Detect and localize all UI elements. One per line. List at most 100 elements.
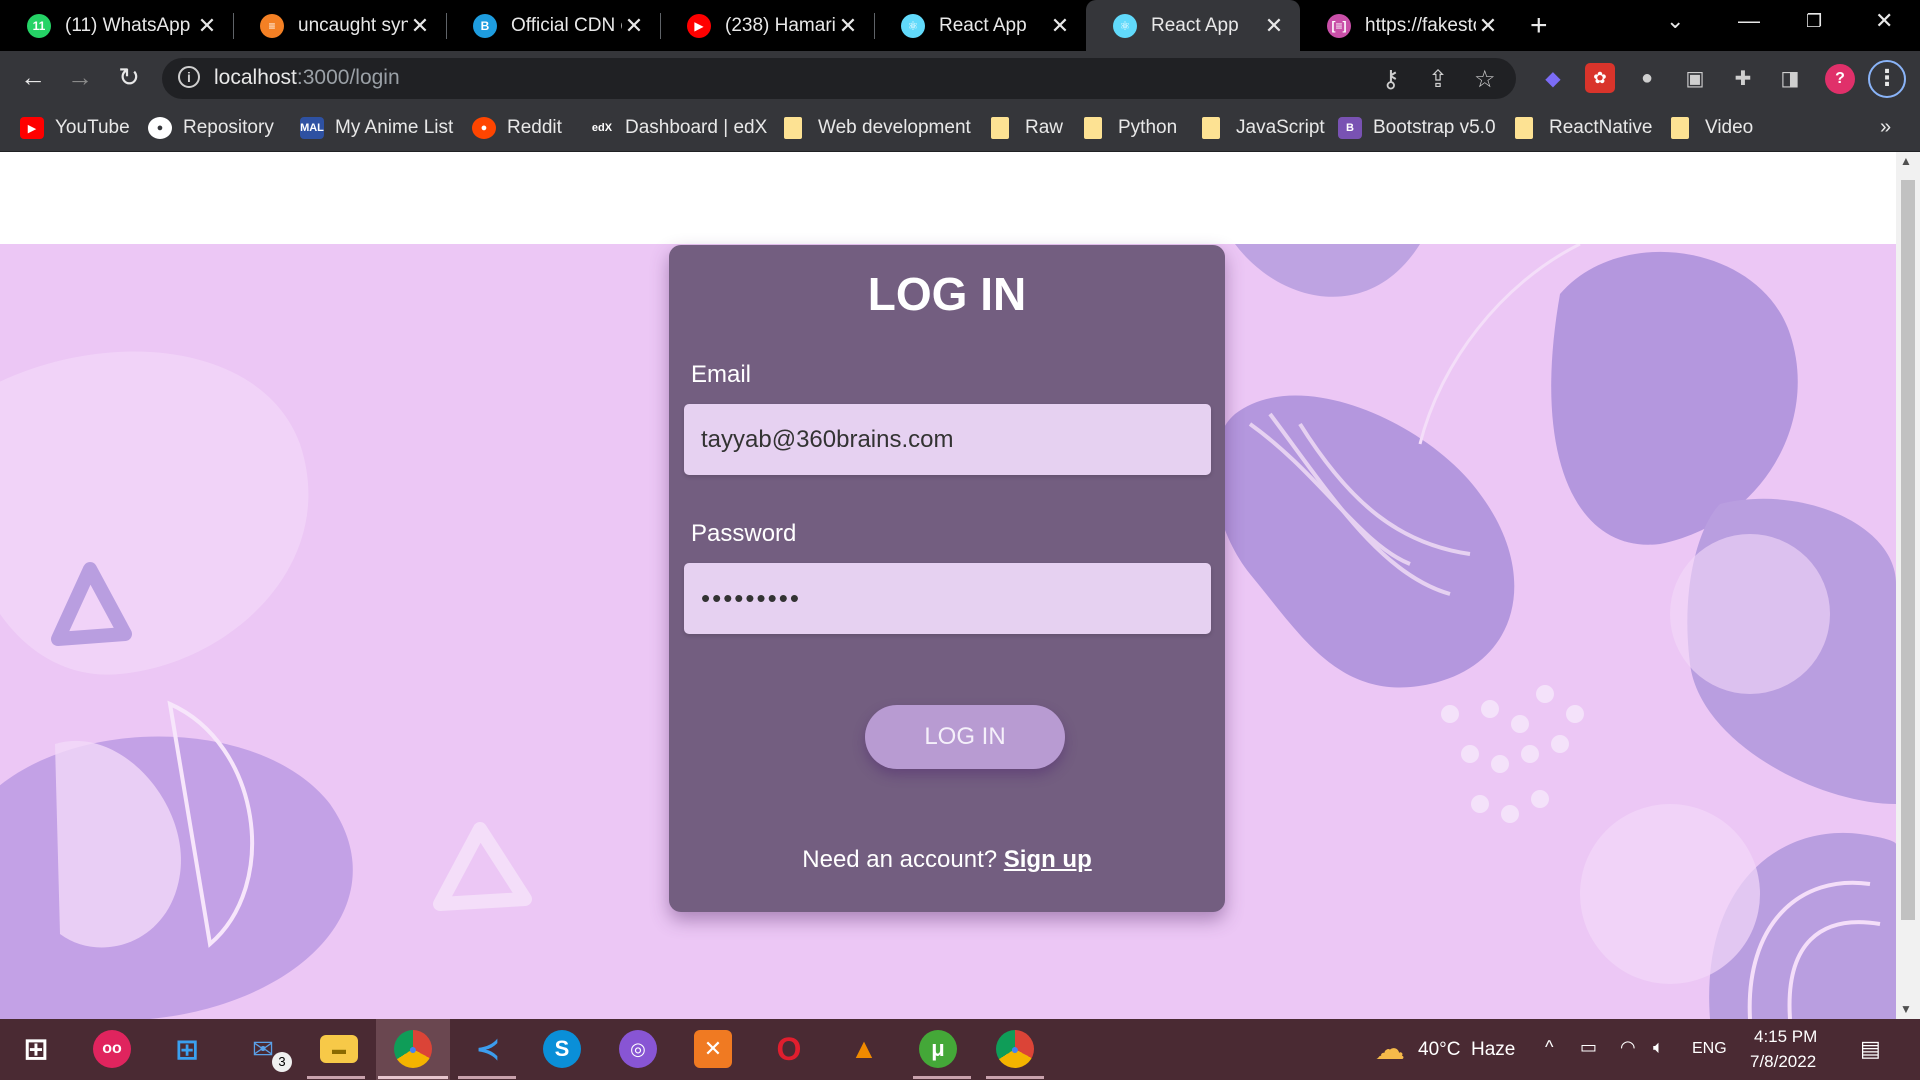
password-label: Password: [691, 520, 797, 547]
bookmark-item[interactable]: MAL My Anime List: [300, 113, 453, 143]
youtube-icon: ▶: [20, 117, 44, 139]
new-tab-button[interactable]: +: [1530, 9, 1548, 43]
browser-tab[interactable]: ▶ (238) Hamari K✕: [660, 0, 874, 51]
close-tab-icon[interactable]: ✕: [1048, 13, 1072, 39]
vscode-running-indicator: [458, 1076, 516, 1079]
bookmark-star-icon[interactable]: ☆: [1474, 65, 1496, 94]
close-tab-icon[interactable]: ✕: [622, 13, 646, 39]
bookmark-label: JavaScript: [1236, 117, 1325, 138]
profile-avatar[interactable]: ?: [1825, 64, 1855, 94]
page-content: LOG IN Email Password LOG IN Need an acc…: [0, 152, 1896, 1019]
login-button[interactable]: LOG IN: [865, 705, 1065, 769]
email-field[interactable]: [684, 404, 1211, 475]
close-window-icon[interactable]: ✕: [1875, 8, 1893, 34]
volume-icon[interactable]: 🔈︎: [1653, 1037, 1664, 1058]
extensions-puzzle-icon[interactable]: ✚: [1728, 63, 1758, 93]
bookmark-label: Raw: [1025, 117, 1064, 138]
forward-icon[interactable]: →: [63, 62, 97, 93]
browser-tab[interactable]: 11 (11) WhatsApp ✕: [0, 0, 233, 51]
bookmark-item[interactable]: ReactNative: [1515, 113, 1653, 143]
utorrent-icon[interactable]: μ: [919, 1030, 957, 1068]
skype-icon[interactable]: S: [543, 1030, 581, 1068]
browser-tab-strip: 11(11) WhatsApp✕≡uncaught synta✕ B Officia…: [0, 0, 1920, 51]
bookmark-item[interactable]: JavaScript: [1202, 113, 1325, 143]
bookmark-item[interactable]: ● Repository: [148, 113, 274, 143]
vscode-icon[interactable]: ≺: [469, 1030, 507, 1068]
password-field[interactable]: [684, 563, 1211, 634]
react-icon: ⚛: [901, 13, 925, 38]
wifi-icon[interactable]: ◠: [1620, 1037, 1636, 1058]
chrome-menu-icon[interactable]: ⋮: [1868, 60, 1906, 98]
bootstrap-cdn-icon: B: [473, 13, 497, 38]
github-desktop-icon[interactable]: ◎: [619, 1030, 657, 1068]
bookmark-item[interactable]: Python: [1084, 113, 1177, 143]
chrome-alt-taskbar-icon[interactable]: ●: [996, 1030, 1034, 1068]
folder-icon: [1515, 117, 1533, 139]
extension-badge-icon[interactable]: ◆: [1538, 63, 1568, 93]
minimize-icon[interactable]: —: [1738, 8, 1760, 34]
bookmark-item[interactable]: B Bootstrap v5.0: [1338, 113, 1496, 143]
bookmark-item[interactable]: ● Reddit: [472, 113, 562, 143]
bookmarks-overflow-icon[interactable]: »: [1880, 116, 1891, 139]
weather-widget[interactable]: 40°C Haze: [1418, 1039, 1515, 1061]
back-icon[interactable]: ←: [16, 62, 50, 93]
scrollbar-thumb[interactable]: [1901, 180, 1915, 920]
extension-red-icon[interactable]: ✿: [1585, 63, 1615, 93]
app-oo-icon[interactable]: oo: [93, 1030, 131, 1068]
scroll-up-icon[interactable]: ▲: [1900, 154, 1912, 168]
restore-icon[interactable]: ❐: [1806, 11, 1822, 32]
close-tab-icon[interactable]: ✕: [195, 13, 219, 39]
bookmark-label: Dashboard | edX: [625, 117, 768, 138]
browser-tab[interactable]: ⚛ React App ✕: [1086, 0, 1300, 51]
windows-start-icon[interactable]: ⊞: [17, 1030, 55, 1068]
side-panel-icon[interactable]: ◨: [1775, 63, 1805, 93]
extension-grey-icon[interactable]: ●: [1632, 63, 1662, 93]
key-icon[interactable]: ⚷: [1382, 65, 1400, 94]
language-indicator[interactable]: ENG: [1692, 1040, 1727, 1058]
close-tab-icon[interactable]: ✕: [836, 13, 860, 39]
tray-chevron-icon[interactable]: ^: [1545, 1037, 1553, 1058]
folder-icon: [784, 117, 802, 139]
weather-desc: Haze: [1471, 1039, 1516, 1060]
page-icon: [≡]: [1327, 13, 1351, 38]
address-bar[interactable]: i localhost:3000/login ⚷ ⇪ ☆: [162, 58, 1516, 99]
reload-icon[interactable]: ↻: [112, 62, 146, 93]
signup-link[interactable]: Sign up: [1004, 846, 1092, 873]
battery-icon[interactable]: ▭: [1580, 1037, 1597, 1058]
chrome-taskbar-icon[interactable]: ●: [394, 1030, 432, 1068]
close-tab-icon[interactable]: ✕: [1476, 13, 1500, 39]
bookmark-item[interactable]: Raw: [991, 113, 1063, 143]
youtube-icon: ▶: [687, 13, 711, 38]
close-tab-icon[interactable]: ✕: [408, 13, 432, 39]
browser-tab[interactable]: [≡] https://fakesto ✕: [1300, 0, 1514, 51]
url-text[interactable]: localhost:3000/login: [214, 66, 400, 90]
site-info-icon[interactable]: i: [178, 66, 200, 88]
mail-badge: 3: [272, 1052, 292, 1072]
clock-time[interactable]: 4:15 PM: [1754, 1027, 1817, 1047]
bookmarks-bar: ▶ YouTube ● Repository MAL My Anime List ● Redd…: [0, 105, 1920, 152]
microsoft-store-icon[interactable]: ⊞: [168, 1030, 206, 1068]
bookmark-item[interactable]: Video: [1671, 113, 1753, 143]
notifications-icon[interactable]: ▤: [1860, 1036, 1881, 1062]
bookmark-item[interactable]: Web development: [784, 113, 971, 143]
browser-toolbar: ← → ↻ i localhost:3000/login ⚷ ⇪ ☆ ◆ ✿ ●…: [0, 51, 1920, 105]
browser-tab[interactable]: B Official CDN of✕: [446, 0, 660, 51]
close-tab-icon[interactable]: ✕: [1262, 13, 1286, 39]
clock-date[interactable]: 7/8/2022: [1750, 1052, 1816, 1072]
scroll-down-icon[interactable]: ▼: [1900, 1002, 1912, 1016]
file-explorer-icon[interactable]: ▬: [320, 1035, 358, 1063]
bookmark-item[interactable]: edX Dashboard | edX: [590, 113, 767, 143]
weather-icon[interactable]: ☁: [1371, 1030, 1409, 1068]
vlc-icon[interactable]: ▲: [845, 1030, 883, 1068]
tab-search-icon[interactable]: ⌄: [1666, 8, 1684, 34]
extension-shield-icon[interactable]: ▣: [1680, 63, 1710, 93]
page-scrollbar[interactable]: ▲ ▼: [1896, 152, 1920, 1019]
xampp-icon[interactable]: ✕: [694, 1030, 732, 1068]
browser-tab[interactable]: ⚛ React App ✕: [874, 0, 1086, 51]
tab-title: Official CDN of: [511, 14, 622, 36]
opera-icon[interactable]: O: [770, 1030, 808, 1068]
browser-tab[interactable]: ≡ uncaught synta✕: [233, 0, 446, 51]
chrome-alt-running-indicator: [986, 1076, 1044, 1079]
bookmark-item[interactable]: ▶ YouTube: [20, 113, 130, 143]
share-icon[interactable]: ⇪: [1428, 65, 1448, 94]
